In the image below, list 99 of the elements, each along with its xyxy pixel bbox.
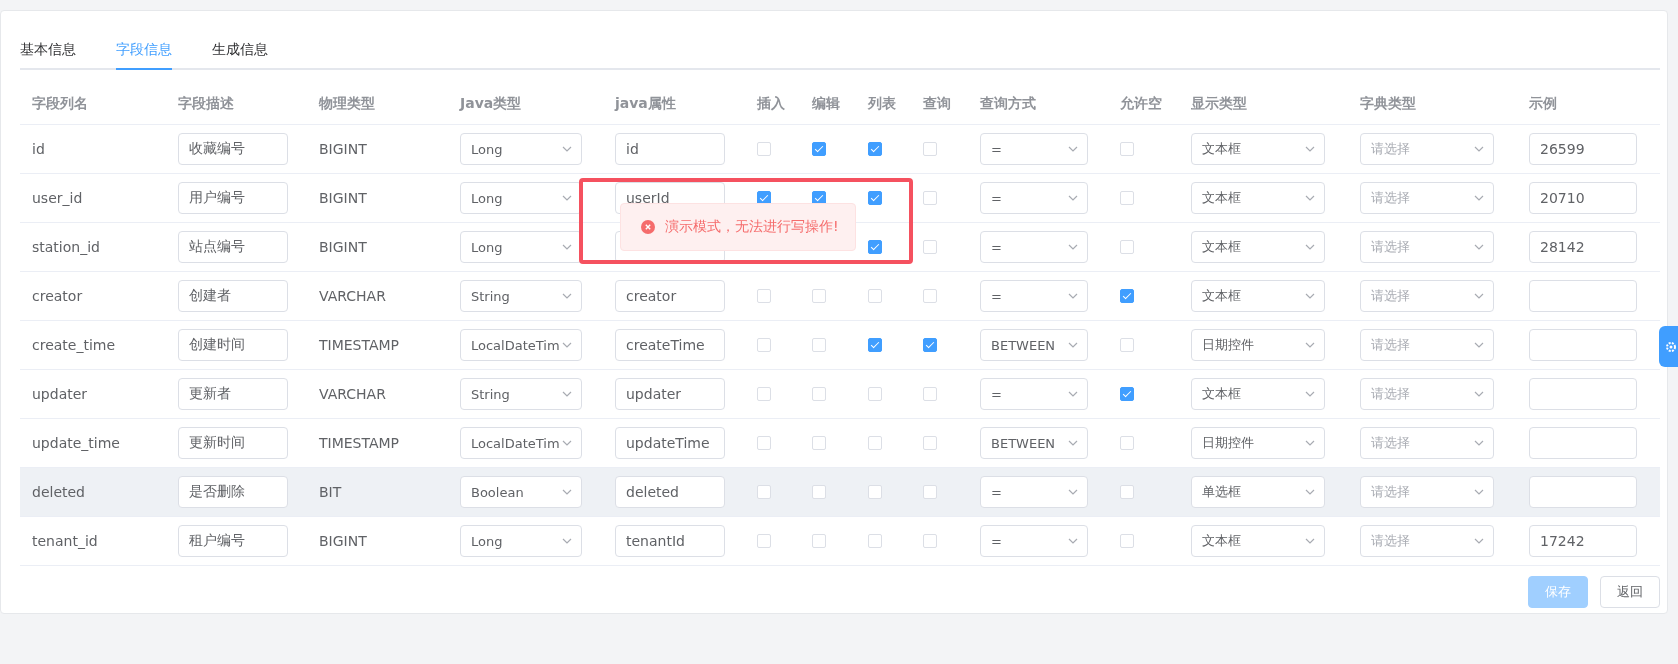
select-field[interactable]: Long [460,182,582,214]
table-cell: tenant_id [32,533,98,549]
select-field[interactable]: LocalDateTim [460,329,582,361]
select-field[interactable]: 文本框 [1191,525,1325,557]
input-field[interactable]: updateTime [615,427,725,459]
input-field[interactable]: 用户编号 [178,182,288,214]
column-header: java属性 [615,95,676,113]
checkbox[interactable] [868,338,882,352]
table-cell: deleted [32,484,85,500]
table-cell: create_time [32,337,116,353]
checkbox[interactable] [923,338,937,352]
select-field[interactable]: = [980,231,1088,263]
settings-button[interactable] [1659,326,1678,367]
column-header: 字段描述 [178,95,234,113]
column-header: 显示类型 [1191,95,1247,113]
select-field[interactable]: = [980,476,1088,508]
select-field[interactable]: LocalDateTim [460,427,582,459]
column-header: 编辑 [812,95,840,113]
select-field[interactable]: 文本框 [1191,378,1325,410]
input-field[interactable]: updater [615,378,725,410]
table-cell: user_id [32,190,83,206]
checkbox[interactable] [868,142,882,156]
checkbox[interactable] [868,240,882,254]
toast-message: 演示模式，无法进行写操作! [665,218,839,236]
select-field[interactable]: 日期控件 [1191,427,1325,459]
table-cell: BIT [319,484,342,500]
input-field[interactable]: 创建时间 [178,329,288,361]
checkbox[interactable] [812,142,826,156]
column-header: Java类型 [460,95,522,113]
table-cell: TIMESTAMP [319,337,400,353]
select-field[interactable]: String [460,280,582,312]
input-field[interactable]: 收藏编号 [178,133,288,165]
select-field[interactable]: 文本框 [1191,133,1325,165]
column-header: 物理类型 [319,95,375,113]
input-field[interactable]: 租户编号 [178,525,288,557]
input-field[interactable]: creator [615,280,725,312]
input-field[interactable]: 是否删除 [178,476,288,508]
table-cell: update_time [32,435,120,451]
input-field[interactable]: tenantId [615,525,725,557]
table-cell: creator [32,288,83,304]
table-cell: updater [32,386,88,402]
input-field[interactable]: deleted [615,476,725,508]
select-field[interactable]: = [980,525,1088,557]
input-field[interactable] [1529,329,1637,361]
back-button[interactable]: 返回 [1600,576,1660,608]
input-field[interactable]: 创建者 [178,280,288,312]
table-cell: VARCHAR [319,386,386,402]
settings-icon [1665,340,1677,353]
select-field[interactable]: = [980,133,1088,165]
table-cell: TIMESTAMP [319,435,400,451]
column-header: 示例 [1529,95,1557,113]
table-cell: BIGINT [319,239,367,255]
table-cell: station_id [32,239,100,255]
select-field[interactable]: Long [460,231,582,263]
select-field[interactable]: = [980,378,1088,410]
table-cell: id [32,141,45,157]
input-field[interactable]: id [615,133,725,165]
select-field[interactable]: 日期控件 [1191,329,1325,361]
select-field[interactable]: 文本框 [1191,231,1325,263]
input-field[interactable]: 17242 [1529,525,1637,557]
select-field[interactable]: Long [460,525,582,557]
column-header: 查询方式 [980,95,1036,113]
input-field[interactable]: 26599 [1529,133,1637,165]
input-field[interactable] [1529,427,1637,459]
select-field[interactable]: 文本框 [1191,280,1325,312]
input-field[interactable]: 28142 [1529,231,1637,263]
table-cell: BIGINT [319,141,367,157]
column-header: 允许空 [1120,95,1162,113]
column-header: 字段列名 [32,95,88,113]
input-field[interactable] [1529,280,1637,312]
table-cell: BIGINT [319,190,367,206]
input-field[interactable]: 更新时间 [178,427,288,459]
table-cell: BIGINT [319,533,367,549]
tab[interactable]: 生成信息 [212,41,268,70]
input-field[interactable]: 更新者 [178,378,288,410]
input-field[interactable]: 站点编号 [178,231,288,263]
select-field[interactable]: = [980,280,1088,312]
select-field[interactable]: = [980,182,1088,214]
select-field[interactable]: 单选框 [1191,476,1325,508]
input-field[interactable] [1529,378,1637,410]
select-field[interactable]: BETWEEN [980,427,1088,459]
checkbox[interactable] [1120,387,1134,401]
checkbox[interactable] [868,191,882,205]
select-field[interactable]: Long [460,133,582,165]
checkbox[interactable] [1120,289,1134,303]
column-header: 查询 [923,95,951,113]
input-field[interactable]: 20710 [1529,182,1637,214]
input-field[interactable]: createTime [615,329,725,361]
input-field[interactable] [1529,476,1637,508]
column-header: 插入 [757,95,785,113]
error-icon [641,220,655,234]
column-header: 列表 [868,95,896,113]
column-header: 字典类型 [1360,95,1416,113]
select-field[interactable]: Boolean [460,476,582,508]
tab[interactable]: 基本信息 [20,41,76,70]
select-field[interactable]: String [460,378,582,410]
table-cell: VARCHAR [319,288,386,304]
select-field[interactable]: 文本框 [1191,182,1325,214]
select-field[interactable]: BETWEEN [980,329,1088,361]
